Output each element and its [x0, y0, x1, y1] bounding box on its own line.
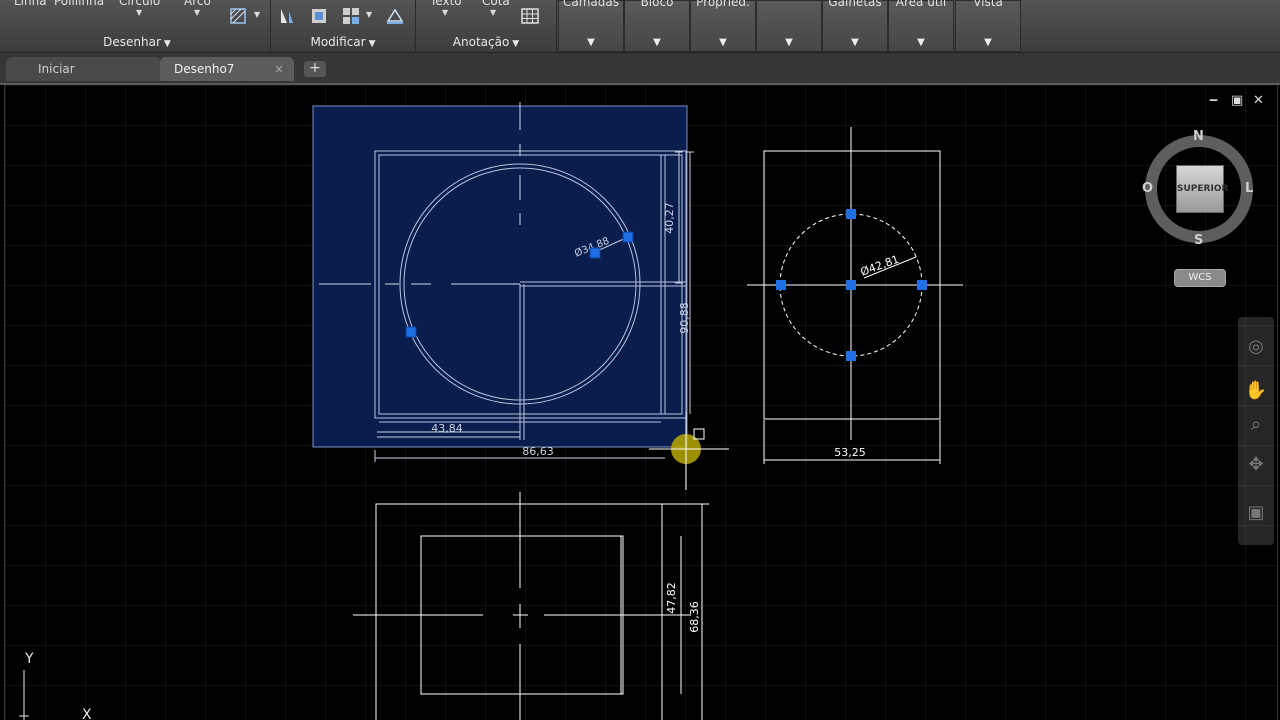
pan-icon[interactable]: ✋	[1244, 379, 1268, 403]
restore-viewport-icon[interactable]: ▣	[1231, 93, 1243, 108]
chevron-down-icon: ▼	[587, 37, 595, 48]
erase-icon[interactable]	[385, 6, 405, 26]
grip[interactable]	[917, 280, 927, 290]
text-dropdown-icon[interactable]: ▼	[442, 8, 448, 17]
viewcube-top-face[interactable]: SUPERIOR	[1176, 165, 1228, 213]
utilities-panel[interactable]: Galhetas ▼	[822, 0, 888, 52]
tool-line[interactable]: Linha	[14, 0, 47, 8]
stretch-icon[interactable]	[309, 6, 329, 26]
minimize-viewport-icon[interactable]: ‒	[1209, 93, 1218, 108]
file-tab-bar: Iniciar Desenho7 × +	[0, 53, 1280, 85]
chevron-down-icon: ▼	[163, 39, 171, 49]
modify-panel: ▼ Modificar ▼	[271, 0, 416, 52]
compass-east[interactable]: L	[1245, 181, 1253, 196]
annotation-panel: Texto Cota ▼ ▼ Anotação ▼	[416, 0, 557, 52]
tab-start[interactable]: Iniciar	[6, 57, 161, 81]
draw-panel-title[interactable]: Desenhar ▼	[4, 35, 270, 49]
array-dropdown-icon[interactable]: ▼	[366, 10, 372, 19]
grip[interactable]	[776, 280, 786, 290]
tool-arc[interactable]: Arco	[184, 0, 211, 8]
tab-drawing[interactable]: Desenho7 ×	[160, 57, 294, 81]
selection-window	[312, 105, 688, 448]
grip[interactable]	[405, 326, 417, 338]
chevron-down-icon: ▼	[785, 37, 793, 48]
draw-panel: Linha Polilinha Círculo Arco ▼ ▼ ▼ Desen…	[4, 0, 271, 52]
compass-south[interactable]: S	[1194, 233, 1203, 248]
showmotion-icon[interactable]: ▣	[1244, 501, 1268, 525]
zoom-icon[interactable]: ⌕	[1244, 413, 1268, 437]
properties-panel[interactable]: Propried. ▼	[690, 0, 756, 52]
chevron-down-icon: ▼	[368, 39, 376, 49]
mirror-icon[interactable]	[277, 6, 297, 26]
view-panel[interactable]: Vista ▼	[955, 0, 1021, 52]
dim-53-25: 53,25	[834, 446, 866, 459]
dimension-dropdown-icon[interactable]: ▼	[490, 8, 496, 17]
hatch-icon[interactable]	[228, 6, 248, 26]
chevron-down-icon: ▼	[917, 37, 925, 48]
circle-dropdown-icon[interactable]: ▼	[136, 8, 142, 17]
dim-68-36: 68,36	[688, 601, 701, 633]
dim-86-63: 86,63	[522, 445, 554, 458]
grip[interactable]	[846, 351, 856, 361]
tool-dimension[interactable]: Cota	[482, 0, 510, 8]
chevron-down-icon: ▼	[719, 37, 727, 48]
grip[interactable]	[846, 280, 856, 290]
grip[interactable]	[846, 209, 856, 219]
chevron-down-icon: ▼	[984, 37, 992, 48]
compass-north[interactable]: N	[1193, 129, 1204, 144]
grip[interactable]	[589, 247, 601, 259]
chevron-down-icon: ▼	[512, 39, 520, 49]
tool-circle[interactable]: Círculo	[119, 0, 160, 8]
table-icon[interactable]	[520, 6, 540, 26]
groups-panel[interactable]: ▼	[756, 0, 822, 52]
array-icon[interactable]	[341, 6, 361, 26]
hatch-dropdown-icon[interactable]: ▼	[254, 10, 260, 19]
annotation-panel-title[interactable]: Anotação ▼	[416, 35, 556, 49]
ucs-y-label: Y	[24, 651, 34, 667]
arc-dropdown-icon[interactable]: ▼	[194, 8, 200, 17]
clipboard-panel[interactable]: Area util ▼	[888, 0, 954, 52]
close-tab-icon[interactable]: ×	[274, 57, 284, 81]
dim-47-82: 47,82	[665, 582, 678, 614]
close-viewport-icon[interactable]: ✕	[1253, 93, 1264, 108]
tool-text[interactable]: Texto	[430, 0, 462, 8]
modify-panel-title[interactable]: Modificar ▼	[271, 35, 415, 49]
steering-wheel-icon[interactable]: ◎	[1244, 335, 1268, 359]
dim-43-84: 43,84	[431, 422, 463, 435]
ribbon: Linha Polilinha Círculo Arco ▼ ▼ ▼ Desen…	[0, 0, 1280, 53]
navigation-bar: ◎ ✋ ⌕ ✥ ▣	[1238, 317, 1274, 545]
model-space[interactable]: 40,27 90,88 43,84 86,63 Ø34,88 Ø42,81 53…	[5, 85, 1277, 720]
dim-40-27: 40,27	[663, 202, 676, 234]
ucs-x-label: X	[82, 707, 92, 720]
new-tab-button[interactable]: +	[304, 61, 326, 77]
drawing-area[interactable]: 40,27 90,88 43,84 86,63 Ø34,88 Ø42,81 53…	[4, 85, 1278, 720]
block-panel[interactable]: Bloco ▼	[624, 0, 690, 52]
grip[interactable]	[622, 231, 634, 243]
dim-90-88: 90,88	[678, 302, 691, 334]
compass-west[interactable]: O	[1142, 181, 1153, 196]
orbit-icon[interactable]: ✥	[1244, 453, 1268, 477]
layers-panel[interactable]: Camadas ▼	[558, 0, 624, 52]
wcs-menu[interactable]: WCS	[1174, 269, 1226, 287]
chevron-down-icon: ▼	[653, 37, 661, 48]
tool-polyline[interactable]: Polilinha	[54, 0, 104, 8]
chevron-down-icon: ▼	[851, 37, 859, 48]
